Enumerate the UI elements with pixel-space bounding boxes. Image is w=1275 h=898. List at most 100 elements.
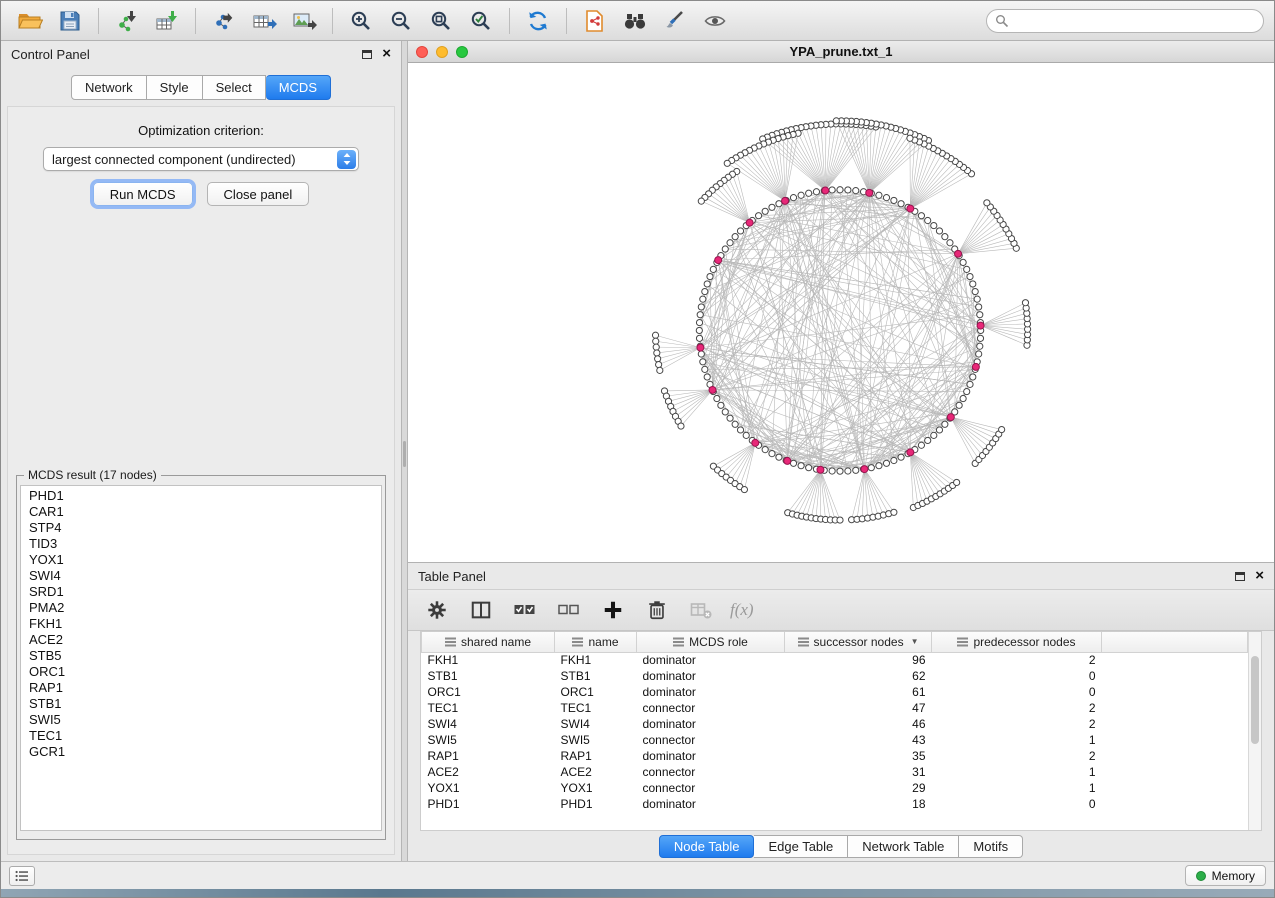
network-node[interactable]: [876, 463, 882, 469]
network-node[interactable]: [798, 463, 804, 469]
network-node[interactable]: [678, 423, 684, 429]
table-row[interactable]: PHD1PHD1dominator180: [422, 796, 1248, 812]
table-scrollbar[interactable]: [1248, 632, 1261, 830]
network-node[interactable]: [931, 222, 937, 228]
network-node[interactable]: [732, 234, 738, 240]
network-node[interactable]: [776, 454, 782, 460]
export-table-button[interactable]: [245, 5, 283, 37]
export-network-button[interactable]: [205, 5, 243, 37]
control-tab-network[interactable]: Network: [71, 75, 147, 100]
network-node[interactable]: [936, 228, 942, 234]
search-input[interactable]: [1014, 14, 1255, 28]
table-row[interactable]: STB1STB1dominator620: [422, 668, 1248, 684]
network-node[interactable]: [954, 479, 960, 485]
sort-dropdown-icon[interactable]: ▼: [911, 637, 919, 646]
dominator-node[interactable]: [752, 439, 759, 446]
control-tab-mcds[interactable]: MCDS: [266, 75, 331, 100]
dominator-node[interactable]: [782, 197, 789, 204]
mcds-result-item[interactable]: SRD1: [21, 584, 381, 600]
network-node[interactable]: [984, 200, 990, 206]
network-node[interactable]: [891, 197, 897, 203]
network-node[interactable]: [853, 467, 859, 473]
dominator-node[interactable]: [817, 466, 824, 473]
dominator-node[interactable]: [709, 386, 716, 393]
search-network-button[interactable]: [616, 5, 654, 37]
network-node[interactable]: [737, 427, 743, 433]
network-node[interactable]: [837, 187, 843, 193]
network-node[interactable]: [702, 366, 708, 372]
dominator-node[interactable]: [697, 344, 704, 351]
network-node[interactable]: [837, 468, 843, 474]
network-node[interactable]: [960, 259, 966, 265]
scrollbar-thumb[interactable]: [1251, 656, 1259, 744]
network-node[interactable]: [790, 195, 796, 201]
network-file-button[interactable]: [576, 5, 614, 37]
table-tab-node-table[interactable]: Node Table: [659, 835, 755, 858]
network-node[interactable]: [853, 188, 859, 194]
dominator-node[interactable]: [746, 219, 753, 226]
zoom-in-button[interactable]: [342, 5, 380, 37]
mcds-result-item[interactable]: FKH1: [21, 616, 381, 632]
mcds-result-item[interactable]: RAP1: [21, 680, 381, 696]
network-node[interactable]: [653, 338, 659, 344]
network-node[interactable]: [697, 312, 703, 318]
close-panel-icon[interactable]: ×: [1255, 570, 1264, 582]
network-node[interactable]: [925, 437, 931, 443]
network-node[interactable]: [970, 374, 976, 380]
table-row[interactable]: TEC1TEC1connector472: [422, 700, 1248, 716]
dominator-node[interactable]: [861, 466, 868, 473]
network-node[interactable]: [762, 208, 768, 214]
network-node[interactable]: [964, 388, 970, 394]
network-node[interactable]: [1022, 300, 1028, 306]
table-tab-motifs[interactable]: Motifs: [959, 835, 1023, 858]
network-node[interactable]: [698, 351, 704, 357]
table-row[interactable]: SWI4SWI4dominator462: [422, 716, 1248, 732]
network-node[interactable]: [977, 312, 983, 318]
run-mcds-button[interactable]: Run MCDS: [93, 182, 193, 206]
network-node[interactable]: [845, 187, 851, 193]
panel-splitter[interactable]: [401, 41, 408, 861]
network-node[interactable]: [964, 266, 970, 272]
network-node[interactable]: [762, 447, 768, 453]
network-node[interactable]: [976, 304, 982, 310]
show-columns-button[interactable]: [466, 595, 496, 625]
network-node[interactable]: [974, 296, 980, 302]
table-row[interactable]: ACE2ACE2connector311: [422, 764, 1248, 780]
criterion-dropdown[interactable]: largest connected component (undirected): [43, 147, 359, 171]
table-row[interactable]: SWI5SWI5connector431: [422, 732, 1248, 748]
network-node[interactable]: [868, 465, 874, 471]
dominator-node[interactable]: [955, 250, 962, 257]
network-node[interactable]: [657, 367, 663, 373]
float-panel-icon[interactable]: [362, 50, 372, 59]
column-header-predecessor-nodes[interactable]: predecessor nodes: [932, 632, 1102, 652]
memory-button[interactable]: Memory: [1185, 865, 1266, 886]
hide-selected-button[interactable]: [696, 5, 734, 37]
add-column-button[interactable]: [598, 595, 628, 625]
mcds-result-item[interactable]: PMA2: [21, 600, 381, 616]
status-menu-button[interactable]: [9, 866, 35, 886]
zoom-selected-button[interactable]: [462, 5, 500, 37]
table-settings-button[interactable]: [422, 595, 452, 625]
network-node[interactable]: [898, 201, 904, 207]
dominator-node[interactable]: [715, 257, 722, 264]
network-node[interactable]: [967, 273, 973, 279]
network-node[interactable]: [727, 415, 733, 421]
network-node[interactable]: [806, 465, 812, 471]
network-node[interactable]: [898, 454, 904, 460]
network-node[interactable]: [931, 432, 937, 438]
save-session-button[interactable]: [51, 5, 89, 37]
network-node[interactable]: [702, 288, 708, 294]
network-node[interactable]: [718, 402, 724, 408]
mcds-result-item[interactable]: STB1: [21, 696, 381, 712]
network-node[interactable]: [743, 432, 749, 438]
window-minimize-button[interactable]: [436, 46, 448, 58]
zoom-out-button[interactable]: [382, 5, 420, 37]
network-node[interactable]: [925, 217, 931, 223]
unselect-all-button[interactable]: [554, 595, 584, 625]
table-row[interactable]: FKH1FKH1dominator962: [422, 652, 1248, 668]
network-node[interactable]: [790, 460, 796, 466]
network-node[interactable]: [722, 246, 728, 252]
network-node[interactable]: [837, 517, 843, 523]
column-header-name[interactable]: name: [555, 632, 637, 652]
splitter-grip[interactable]: [403, 441, 406, 467]
